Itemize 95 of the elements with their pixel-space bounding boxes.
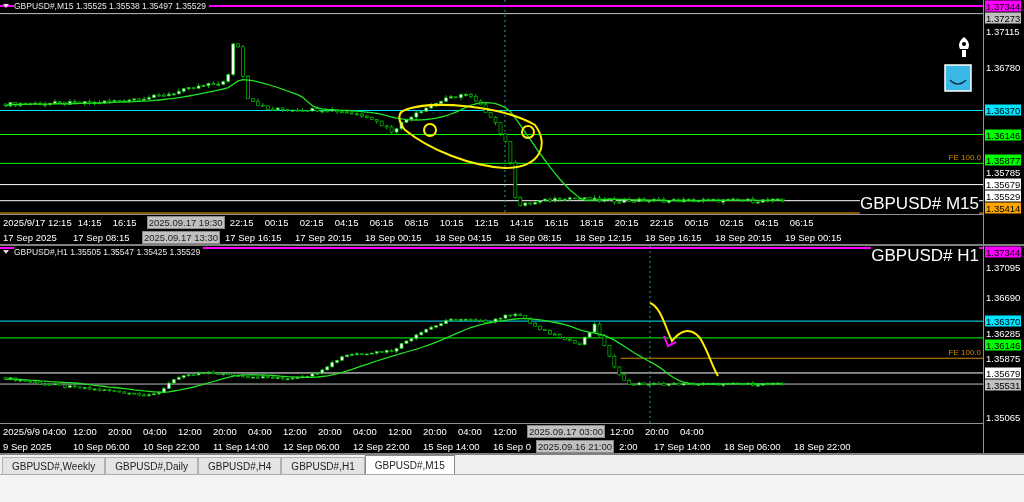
time-axis-label: 04:15	[333, 216, 360, 228]
time-axis-label: 20:00	[107, 425, 133, 437]
time-axis-label: 00:15	[263, 216, 290, 228]
price-axis-label: 1.36285	[985, 327, 1022, 339]
price-axis-label: 1.35531	[985, 379, 1022, 391]
time-axis-label: 16:15	[543, 216, 570, 228]
chart-tab[interactable]: GBPUSD#,H1	[281, 457, 365, 474]
price-axis-label: 1.35529	[985, 190, 1022, 202]
time-axis-label: 20:00	[422, 425, 448, 437]
price-axis-label: 1.37095	[985, 261, 1022, 273]
crosshair-time-label: 2025.09.16 21:00	[536, 439, 614, 453]
time-axis-label: 04:00	[457, 425, 483, 437]
time-axis-label: 2:00	[618, 440, 639, 452]
time-axis-label: 10 Sep 06:00	[72, 440, 131, 452]
time-axis-label: 10:15	[438, 216, 465, 228]
time-axis-label: 12:00	[177, 425, 203, 437]
time-axis-label: 06:15	[788, 216, 815, 228]
time-axis-label: 17 Sep 08:15	[72, 231, 131, 243]
price-axis-label: 1.35877	[985, 154, 1022, 166]
time-axis-label: 04:15	[753, 216, 780, 228]
chart-header: GBPUSD#,M15 1.35525 1.35538 1.35497 1.35529	[14, 1, 209, 11]
fibonacci-level-label: FE 100.0	[948, 348, 981, 358]
price-axis-label: 1.36370	[985, 105, 1022, 116]
time-axis-label: 12 Sep 06:00	[282, 440, 341, 452]
fibonacci-level-label: FE 100.0	[948, 153, 981, 163]
time-axis-label: 19 Sep 00:15	[783, 231, 843, 243]
time-axis-label: 2025/9/17 12:15	[2, 216, 73, 228]
time-axis-label: 17 Sep 16:15	[223, 231, 283, 243]
crosshair-time-label: 2025.09.17 03:00	[527, 424, 605, 438]
time-axis-label: 18 Sep 06:00	[723, 440, 782, 452]
time-axis-label: 12:00	[387, 425, 413, 437]
time-axis-label: 18 Sep 04:15	[433, 231, 493, 243]
time-axis-label: 08:15	[403, 216, 430, 228]
price-axis-label: 1.37273	[985, 12, 1022, 24]
time-axis-label: 04:00	[352, 425, 378, 437]
time-axis-label: 06:15	[368, 216, 395, 228]
time-axis-label: 18 Sep 12:15	[573, 231, 633, 243]
price-axis-label: 1.35414	[985, 202, 1022, 214]
time-axis-label: 20:00	[643, 425, 670, 437]
chart-tab[interactable]: GBPUSD#,Daily	[105, 457, 198, 474]
time-axis-label: 12:00	[608, 425, 635, 437]
time-axis-label: 22:15	[228, 216, 255, 228]
price-axis-label: 1.36370	[985, 315, 1022, 327]
price-axis-label: 1.37344	[985, 0, 1022, 12]
chart-tab[interactable]: GBPUSD#,H4	[198, 457, 282, 474]
time-axis-label: 12:00	[72, 425, 98, 437]
chart-header: GBPUSD#,H1 1.35505 1.35547 1.35425 1.35529	[14, 247, 204, 257]
time-axis-label: 12:00	[492, 425, 518, 437]
time-axis-label: 04:00	[142, 425, 168, 437]
time-axis-label: 18:15	[578, 216, 605, 228]
time-axis-label: 18 Sep 20:15	[713, 231, 773, 243]
time-axis-label: 16 Sep 0	[492, 440, 533, 452]
time-axis-label: 11 Sep 14:00	[212, 440, 270, 452]
time-axis-label: 9 Sep 2025	[2, 440, 53, 452]
time-axis-label: 20:15	[613, 216, 640, 228]
time-axis-label: 14:15	[508, 216, 535, 228]
chart-tab[interactable]: GBPUSD#,M15	[364, 455, 455, 474]
time-axis-label: 12:00	[282, 425, 308, 437]
time-axis-label: 20:00	[212, 425, 238, 437]
chart-tab[interactable]: GBPUSD#,Weekly	[2, 457, 106, 474]
price-axis-label: 1.35679	[985, 178, 1022, 190]
time-axis-label: 18 Sep 16:15	[643, 231, 703, 243]
price-axis-label: 1.35679	[985, 367, 1022, 379]
time-axis-label: 18 Sep 22:00	[793, 440, 852, 452]
price-axis-label: 1.36780	[985, 61, 1022, 72]
time-axis-label: 18 Sep 08:15	[503, 231, 563, 243]
time-axis-label: 20:00	[317, 425, 343, 437]
chart-symbol-label: GBPUSD# M15	[859, 194, 979, 214]
price-axis-label: 1.37344	[985, 246, 1022, 258]
time-axis-label: 12:15	[473, 216, 500, 228]
time-axis-label: 16:15	[111, 216, 138, 228]
time-axis-label: 17 Sep 2025	[2, 231, 58, 243]
time-axis-label: 17 Sep 20:15	[293, 231, 353, 243]
time-axis-label: 02:15	[298, 216, 325, 228]
crosshair-time-label: 2025.09.17 19:30	[146, 215, 225, 229]
time-axis-label: 2025/9/9 04:00	[2, 425, 68, 437]
crosshair-time-label: 2025.09.17 13:30	[142, 230, 220, 244]
time-axis-label: 12 Sep 22:00	[352, 440, 411, 452]
price-axis-label: 1.36146	[985, 339, 1022, 351]
time-axis-label: 04:00	[678, 425, 705, 437]
time-axis-label: 18 Sep 00:15	[363, 231, 423, 243]
price-axis-label: 1.35875	[985, 352, 1022, 364]
time-axis-label: 22:15	[648, 216, 675, 228]
time-axis-label: 14:15	[76, 216, 103, 228]
time-axis-label: 02:15	[718, 216, 745, 228]
price-axis-label: 1.36146	[985, 129, 1022, 140]
time-axis-label: 04:00	[247, 425, 273, 437]
price-axis-label: 1.35065	[985, 411, 1022, 423]
price-axis-label: 1.35785	[985, 166, 1022, 178]
time-axis-label: 17 Sep 14:00	[653, 440, 712, 452]
price-axis-label: 1.37115	[985, 25, 1021, 37]
time-axis-label: 15 Sep 14:00	[422, 440, 481, 452]
time-axis-label: 10 Sep 22:00	[142, 440, 201, 452]
time-axis-label: 00:15	[683, 216, 710, 228]
price-axis-label: 1.36690	[985, 291, 1022, 303]
